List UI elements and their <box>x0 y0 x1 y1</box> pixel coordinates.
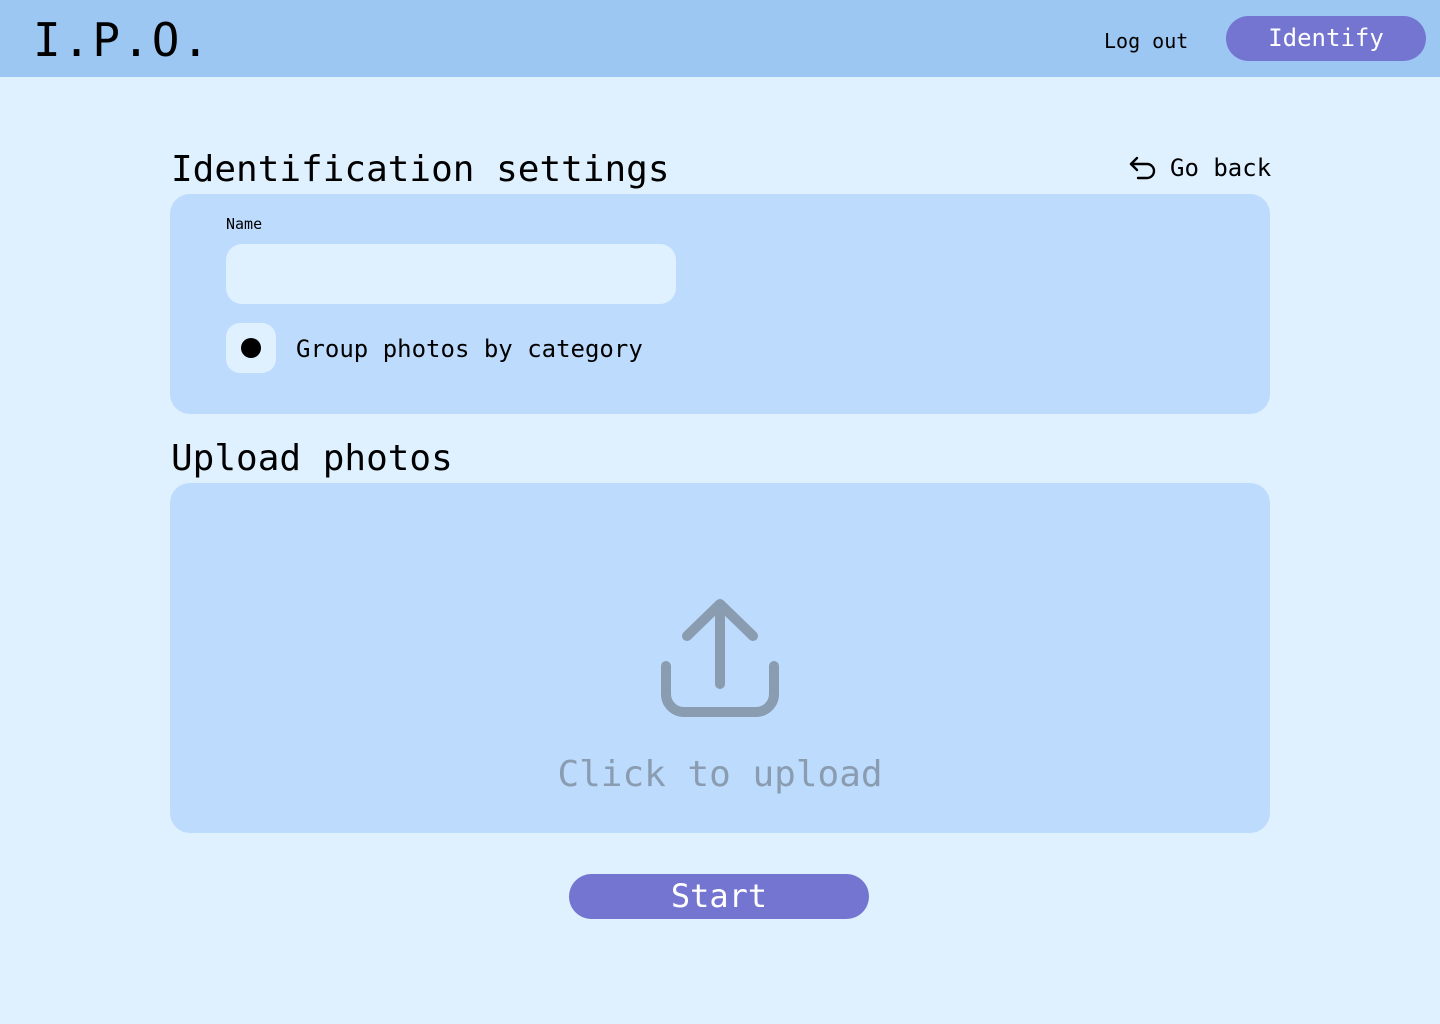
app-logo: I.P.O. <box>33 13 212 67</box>
start-button[interactable]: Start <box>569 874 869 919</box>
upload-dropzone[interactable]: Click to upload <box>170 483 1270 833</box>
radio-selected-dot <box>241 338 261 358</box>
upload-icon <box>660 598 780 724</box>
group-by-category-radio[interactable] <box>226 323 276 373</box>
logout-link[interactable]: Log out <box>1104 28 1188 54</box>
undo-arrow-icon <box>1128 155 1158 181</box>
go-back-label: Go back <box>1170 154 1272 182</box>
name-field-label: Name <box>226 215 263 233</box>
identification-settings-panel: Name Group photos by category <box>170 194 1270 414</box>
top-navigation-bar: I.P.O. Log out Identify <box>0 0 1440 77</box>
identification-settings-title: Identification settings <box>171 149 670 190</box>
group-by-category-label[interactable]: Group photos by category <box>296 334 643 364</box>
name-input[interactable] <box>226 244 676 304</box>
upload-photos-title: Upload photos <box>171 438 453 479</box>
go-back-link[interactable]: Go back <box>1128 152 1271 184</box>
identify-button[interactable]: Identify <box>1226 16 1426 61</box>
upload-prompt-text: Click to upload <box>557 754 883 795</box>
